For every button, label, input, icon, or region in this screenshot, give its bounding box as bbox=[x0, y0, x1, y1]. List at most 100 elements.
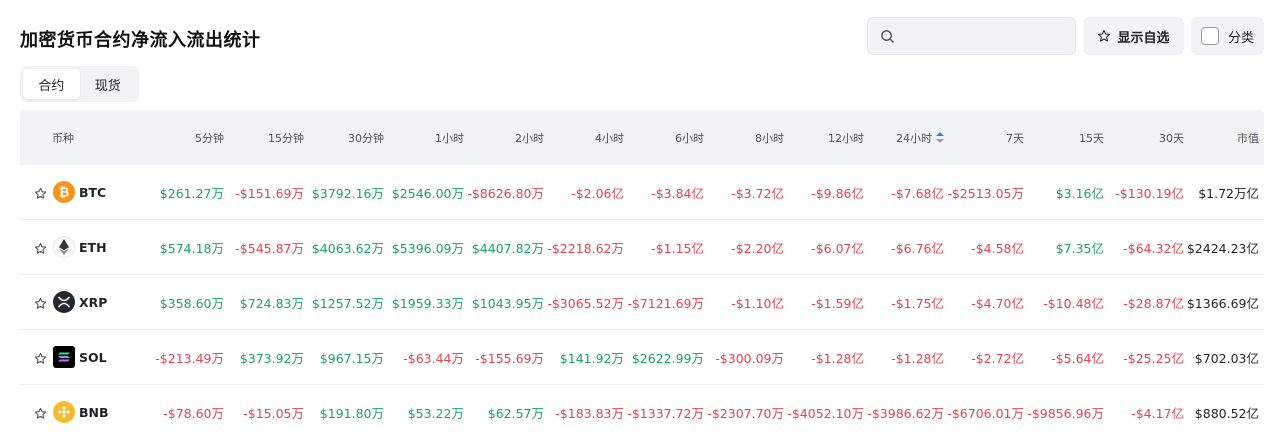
netflow-cell: -$1337.72万 bbox=[627, 406, 704, 421]
column-header-label: 1小时 bbox=[435, 131, 464, 145]
tab-futures[interactable]: 合约 bbox=[23, 69, 80, 99]
page: 加密货币合约净流入流出统计 显示自选 分类 合约 现货 币种 5分钟 15分钟 30分… bbox=[0, 0, 1280, 432]
column-header-label: 30分钟 bbox=[348, 131, 384, 145]
column-header[interactable]: 7天 bbox=[944, 110, 1024, 165]
svg-text:₿: ₿ bbox=[59, 186, 70, 201]
netflow-cell: -$1.28亿 bbox=[811, 351, 864, 366]
netflow-cell: $4063.62万 bbox=[311, 241, 384, 256]
netflow-cell: $2622.99万 bbox=[631, 351, 704, 366]
search-input[interactable] bbox=[867, 17, 1076, 55]
star-icon bbox=[1098, 29, 1111, 42]
column-header-label: 币种 bbox=[52, 131, 74, 145]
netflow-cell: -$78.60万 bbox=[163, 406, 224, 421]
column-header[interactable]: 4小时 bbox=[544, 110, 624, 165]
netflow-cell: -$8626.80万 bbox=[467, 186, 544, 201]
coin-symbol[interactable]: BNB bbox=[79, 385, 109, 432]
coin-symbol[interactable]: BTC bbox=[79, 165, 106, 220]
column-header-label: 24小时 bbox=[896, 131, 932, 145]
netflow-cell: $141.92万 bbox=[559, 351, 624, 366]
column-header[interactable]: 1小时 bbox=[384, 110, 464, 165]
bitcoin-icon: ₿ bbox=[53, 181, 75, 203]
netflow-cell: -$5.64亿 bbox=[1051, 351, 1104, 366]
column-header-label: 2小时 bbox=[515, 131, 544, 145]
sort-icon[interactable] bbox=[936, 132, 944, 143]
netflow-cell: -$1.75亿 bbox=[891, 296, 944, 311]
column-header[interactable]: 币种 bbox=[52, 110, 112, 165]
netflow-cell: -$15.05万 bbox=[243, 406, 304, 421]
netflow-cell: -$300.09万 bbox=[715, 351, 784, 366]
netflow-cell: $967.15万 bbox=[319, 351, 384, 366]
solana-icon bbox=[53, 346, 75, 368]
table-row[interactable]: BNB -$78.60万 -$15.05万 $191.80万 $53.22万 $62.57… bbox=[20, 385, 1264, 432]
favorite-star-icon[interactable] bbox=[34, 405, 47, 424]
ethereum-icon bbox=[53, 236, 75, 258]
netflow-cell: -$6.76亿 bbox=[891, 241, 944, 256]
netflow-cell: $724.83万 bbox=[239, 296, 304, 311]
category-checkbox[interactable] bbox=[1200, 27, 1219, 45]
market-type-tabs: 合约 现货 bbox=[20, 66, 139, 102]
column-header[interactable]: 6小时 bbox=[624, 110, 704, 165]
tab-spot[interactable]: 现货 bbox=[80, 69, 137, 99]
netflow-cell: -$3.72亿 bbox=[731, 186, 784, 201]
table-row[interactable]: XRP $358.60万 $724.83万 $1257.52万 $1959.33万 $10… bbox=[20, 275, 1264, 330]
column-header[interactable]: 24小时 bbox=[864, 110, 944, 165]
netflow-cell: -$1.10亿 bbox=[731, 296, 784, 311]
market-cap-cell: $1366.69亿 bbox=[1186, 296, 1259, 311]
column-header-label: 6小时 bbox=[675, 131, 704, 145]
column-header[interactable]: 30天 bbox=[1104, 110, 1184, 165]
netflow-cell: -$64.32亿 bbox=[1123, 241, 1184, 256]
column-header[interactable]: 2小时 bbox=[464, 110, 544, 165]
favorite-star-icon[interactable] bbox=[34, 185, 47, 204]
coin-symbol[interactable]: XRP bbox=[79, 275, 107, 330]
column-header-label: 12小时 bbox=[828, 131, 864, 145]
coin-symbol[interactable]: ETH bbox=[79, 220, 107, 275]
favorite-star-icon[interactable] bbox=[34, 295, 47, 314]
table-row[interactable]: ₿ BTC $261.27万 -$151.69万 $3792.16万 $2546.00万 -… bbox=[20, 165, 1264, 220]
column-header[interactable]: 市值 bbox=[1179, 110, 1259, 165]
table-row[interactable]: ETH $574.18万 -$545.87万 $4063.62万 $5396.09万 $4… bbox=[20, 220, 1264, 275]
favorite-star-icon[interactable] bbox=[34, 350, 47, 369]
netflow-cell: -$9856.96万 bbox=[1027, 406, 1104, 421]
column-header-label: 8小时 bbox=[755, 131, 784, 145]
netflow-cell: -$2307.70万 bbox=[707, 406, 784, 421]
netflow-cell: $3792.16万 bbox=[311, 186, 384, 201]
column-header[interactable]: 30分钟 bbox=[304, 110, 384, 165]
column-header[interactable]: 15分钟 bbox=[224, 110, 304, 165]
netflow-cell: -$1.28亿 bbox=[891, 351, 944, 366]
show-favorites-button[interactable]: 显示自选 bbox=[1083, 17, 1184, 55]
netflow-cell: $191.80万 bbox=[319, 406, 384, 421]
netflow-cell: -$151.69万 bbox=[235, 186, 304, 201]
netflow-cell: $358.60万 bbox=[159, 296, 224, 311]
netflow-cell: -$2.20亿 bbox=[731, 241, 784, 256]
column-header-label: 市值 bbox=[1237, 131, 1259, 145]
column-header[interactable]: 15天 bbox=[1024, 110, 1104, 165]
table-row[interactable]: SOL -$213.49万 $373.92万 $967.15万 -$63.44万 -$15… bbox=[20, 330, 1264, 385]
netflow-cell: $4407.82万 bbox=[471, 241, 544, 256]
netflow-cell: -$9.86亿 bbox=[811, 186, 864, 201]
table-body: ₿ BTC $261.27万 -$151.69万 $3792.16万 $2546.00万 -… bbox=[20, 165, 1264, 432]
netflow-cell: $574.18万 bbox=[159, 241, 224, 256]
netflow-cell: -$28.87亿 bbox=[1123, 296, 1184, 311]
column-header[interactable]: 8小时 bbox=[704, 110, 784, 165]
market-cap-cell: $880.52亿 bbox=[1194, 406, 1259, 421]
column-header-label: 4小时 bbox=[595, 131, 624, 145]
netflow-cell: $1959.33万 bbox=[391, 296, 464, 311]
netflow-cell: -$7.68亿 bbox=[891, 186, 944, 201]
netflow-cell: -$6.07亿 bbox=[811, 241, 864, 256]
column-header-label: 5分钟 bbox=[195, 131, 224, 145]
category-toggle[interactable]: 分类 bbox=[1191, 17, 1264, 55]
netflow-cell: -$3986.62万 bbox=[867, 406, 944, 421]
netflow-cell: $373.92万 bbox=[239, 351, 304, 366]
coin-symbol[interactable]: SOL bbox=[79, 330, 107, 385]
netflow-cell: $261.27万 bbox=[159, 186, 224, 201]
column-header[interactable]: 12小时 bbox=[784, 110, 864, 165]
column-header-label: 15分钟 bbox=[268, 131, 304, 145]
netflow-cell: $3.16亿 bbox=[1055, 186, 1104, 201]
favorite-star-icon[interactable] bbox=[34, 240, 47, 259]
column-header[interactable]: 5分钟 bbox=[144, 110, 224, 165]
netflow-cell: -$6706.01万 bbox=[947, 406, 1024, 421]
netflow-cell: -$155.69万 bbox=[475, 351, 544, 366]
bnb-icon bbox=[53, 401, 75, 423]
netflow-cell: $1257.52万 bbox=[311, 296, 384, 311]
netflow-cell: -$10.48亿 bbox=[1043, 296, 1104, 311]
